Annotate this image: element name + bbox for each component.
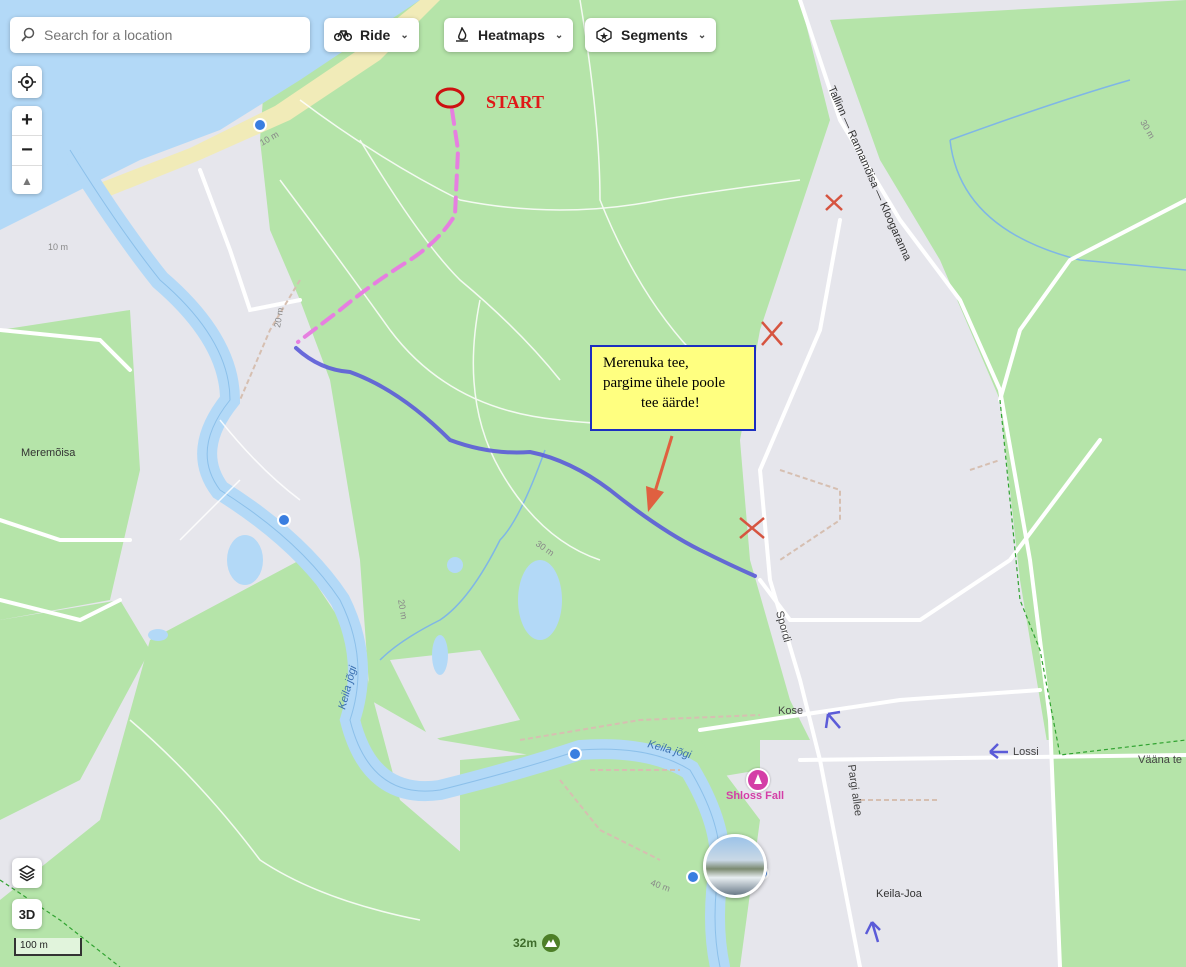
chevron-down-icon: ⌄ bbox=[554, 29, 564, 41]
search-icon bbox=[20, 27, 36, 43]
segments-dropdown[interactable]: Segments ⌄ bbox=[585, 18, 717, 52]
note-line: Merenuka tee, bbox=[603, 355, 689, 371]
chevron-down-icon: ⌄ bbox=[400, 29, 409, 41]
place-label-keila-joa: Keila-Joa bbox=[876, 888, 922, 900]
place-label-meremoisa: Meremõisa bbox=[21, 447, 76, 459]
peak-icon bbox=[542, 934, 560, 952]
map-label-kose: Kose bbox=[778, 705, 803, 717]
locate-button[interactable] bbox=[12, 66, 42, 98]
layers-icon bbox=[18, 864, 36, 882]
note-line: tee äärde! bbox=[641, 395, 700, 411]
peak-elevation-label: 32m bbox=[513, 936, 538, 950]
segments-label: Segments bbox=[621, 27, 688, 43]
chevron-down-icon: ⌄ bbox=[697, 29, 707, 41]
search-input[interactable] bbox=[42, 26, 296, 44]
heatmap-flame-icon bbox=[454, 27, 470, 43]
layers-button[interactable] bbox=[12, 858, 42, 888]
photo-thumbnail[interactable] bbox=[703, 834, 767, 898]
crosshair-icon bbox=[18, 73, 36, 91]
map-label-vaana: Vääna te bbox=[1138, 754, 1182, 766]
segment-star-icon bbox=[595, 27, 613, 43]
search-box[interactable] bbox=[10, 17, 310, 53]
map-label-c2: 10 m bbox=[48, 242, 68, 252]
ride-label: Ride bbox=[360, 27, 391, 43]
poi-label[interactable]: Shloss Fall bbox=[726, 790, 784, 802]
poi-marker-icon[interactable] bbox=[746, 768, 770, 792]
map-canvas[interactable]: Tallinn — Rannamõisa — Kloogaranna Spord… bbox=[0, 0, 1186, 967]
start-label: START bbox=[486, 92, 545, 112]
3d-toggle-button[interactable]: 3D bbox=[12, 899, 42, 929]
zoom-controls: + − ▲ bbox=[12, 106, 42, 194]
map-scale: 100 m bbox=[14, 938, 82, 956]
zoom-in-button[interactable]: + bbox=[12, 106, 42, 136]
heatmaps-dropdown[interactable]: Heatmaps ⌄ bbox=[444, 18, 574, 52]
zoom-out-button[interactable]: − bbox=[12, 136, 42, 166]
bike-icon bbox=[334, 28, 352, 42]
note-line: pargime ühele poole bbox=[603, 375, 726, 391]
compass-button[interactable]: ▲ bbox=[12, 166, 42, 195]
ride-dropdown[interactable]: Ride ⌄ bbox=[324, 18, 419, 52]
heatmaps-label: Heatmaps bbox=[478, 27, 545, 43]
annotation-note: Merenuka tee, pargime ühele poole tee ää… bbox=[590, 345, 756, 431]
map-label-lossi: Lossi bbox=[1013, 746, 1039, 758]
